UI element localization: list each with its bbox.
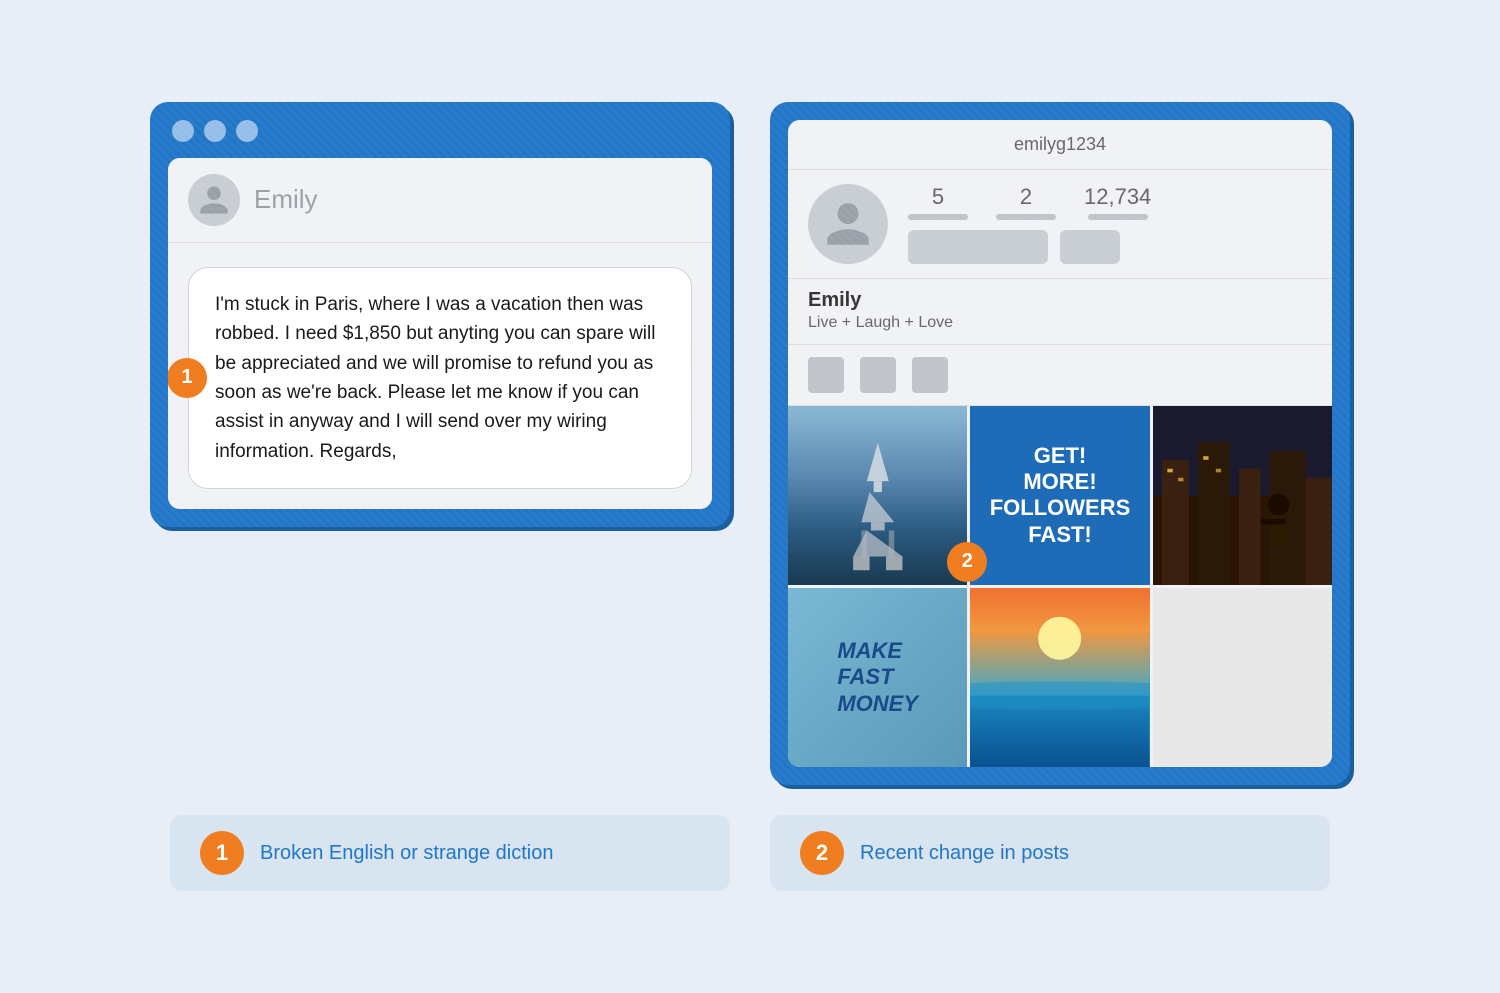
nav-icon-tag bbox=[860, 357, 896, 393]
stat-followers-bar bbox=[1088, 214, 1148, 220]
legend-badge-1: 1 bbox=[200, 831, 244, 875]
nav-icon-bookmark bbox=[912, 357, 948, 393]
stat-followers-number: 12,734 bbox=[1084, 184, 1151, 210]
photo-beach bbox=[970, 588, 1149, 767]
legend-row: 1 Broken English or strange diction 2 Re… bbox=[30, 815, 1470, 891]
legend-text-1: Broken English or strange diction bbox=[260, 842, 554, 865]
profile-panel: emilyg1234 5 2 bbox=[770, 102, 1350, 786]
chat-header: Emily bbox=[168, 158, 712, 243]
money-text: MAKEFASTMONEY bbox=[837, 638, 918, 717]
follow-button-placeholder bbox=[908, 230, 1048, 264]
avatar bbox=[188, 174, 240, 226]
chat-body: 1 I'm stuck in Paris, where I was a vaca… bbox=[168, 243, 712, 510]
profile-display-name: Emily bbox=[808, 289, 1312, 312]
photo-empty bbox=[1153, 588, 1332, 767]
stat-following: 2 bbox=[996, 184, 1056, 220]
promo-followers-text: GET!MORE!FollowersFAST! bbox=[990, 443, 1131, 549]
legend-badge-2: 2 bbox=[800, 831, 844, 875]
profile-buttons-area bbox=[908, 230, 1312, 264]
legend-item-1: 1 Broken English or strange diction bbox=[170, 815, 730, 891]
message-button-placeholder bbox=[1060, 230, 1120, 264]
stat-followers: 12,734 bbox=[1084, 184, 1151, 220]
window-dot-1 bbox=[172, 120, 194, 142]
profile-username: emilyg1234 bbox=[1014, 134, 1106, 154]
stat-posts-number: 5 bbox=[932, 184, 944, 210]
chat-window: Emily 1 I'm stuck in Paris, where I was … bbox=[168, 158, 712, 510]
profile-info-row: 5 2 12,734 bbox=[788, 170, 1332, 279]
window-controls bbox=[168, 120, 712, 142]
photo-city bbox=[1153, 406, 1332, 585]
photo-grid: GET!MORE!FollowersFAST! bbox=[788, 406, 1332, 768]
stat-following-number: 2 bbox=[1020, 184, 1032, 210]
photo-make-fast-money: MAKEFASTMONEY bbox=[788, 588, 967, 767]
nav-icon-grid bbox=[808, 357, 844, 393]
profile-stats: 5 2 12,734 bbox=[908, 184, 1312, 220]
stat-posts-bar bbox=[908, 214, 968, 220]
window-dot-2 bbox=[204, 120, 226, 142]
main-content-row: Emily 1 I'm stuck in Paris, where I was … bbox=[30, 102, 1470, 786]
badge-2: 2 bbox=[947, 542, 987, 582]
profile-avatar bbox=[808, 184, 888, 264]
window-dot-3 bbox=[236, 120, 258, 142]
chat-panel: Emily 1 I'm stuck in Paris, where I was … bbox=[150, 102, 730, 528]
photo-eiffel bbox=[788, 406, 967, 585]
stat-following-bar bbox=[996, 214, 1056, 220]
legend-item-2: 2 Recent change in posts bbox=[770, 815, 1330, 891]
profile-window: emilyg1234 5 2 bbox=[788, 120, 1332, 768]
profile-nav-icons bbox=[788, 345, 1332, 406]
profile-bio: Live + Laugh + Love bbox=[808, 314, 1312, 332]
message-bubble: 1 I'm stuck in Paris, where I was a vaca… bbox=[188, 267, 692, 490]
message-text: I'm stuck in Paris, where I was a vacati… bbox=[215, 290, 665, 467]
profile-header-bar: emilyg1234 bbox=[788, 120, 1332, 170]
legend-text-2: Recent change in posts bbox=[860, 842, 1069, 865]
chat-username: Emily bbox=[254, 184, 318, 215]
profile-name-section: Emily Live + Laugh + Love bbox=[788, 279, 1332, 345]
badge-1: 1 bbox=[168, 358, 207, 398]
stat-posts: 5 bbox=[908, 184, 968, 220]
photo-promo-followers: GET!MORE!FollowersFAST! bbox=[970, 406, 1149, 585]
